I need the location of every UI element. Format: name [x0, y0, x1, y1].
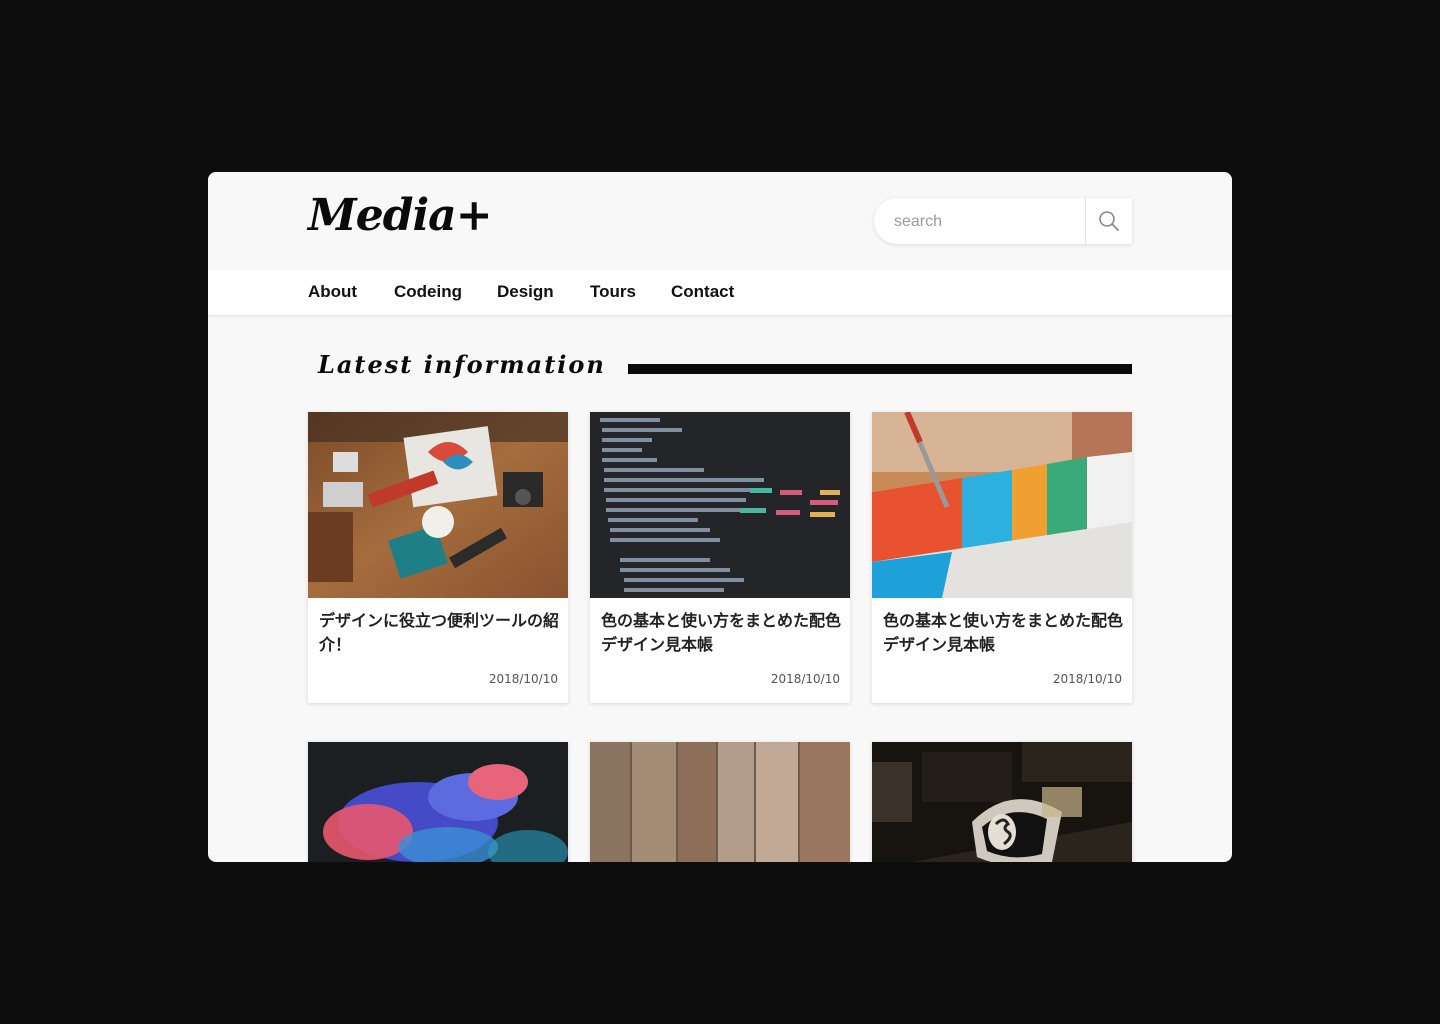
search-icon: [1099, 211, 1119, 231]
browser-page: Media+ About Codeing Design Tours Contac…: [208, 172, 1232, 862]
color-smoke-photo: [308, 742, 568, 862]
article-card[interactable]: デザインに役立つ便利ツールの紹介！ 2018/10/10: [308, 412, 568, 703]
article-date: 2018/10/10: [770, 672, 840, 686]
article-thumbnail: [590, 412, 850, 598]
main-nav: About Codeing Design Tours Contact: [208, 270, 1232, 316]
painted-board-photo: [872, 412, 1132, 598]
article-date: 2018/10/10: [1052, 672, 1122, 686]
article-thumbnail: [872, 742, 1132, 862]
search-input[interactable]: [892, 198, 1086, 246]
nav-item-about[interactable]: About: [308, 282, 357, 302]
dark-sofa-photo: [872, 742, 1132, 862]
article-title[interactable]: デザインに役立つ便利ツールの紹介！: [319, 609, 559, 657]
design-desk-photo: [308, 412, 568, 598]
article-thumbnail: [872, 412, 1132, 598]
search-box: [874, 198, 1132, 246]
code-screen-photo: [590, 412, 850, 598]
article-card[interactable]: 色の基本と使い方をまとめた配色デザイン見本帳 2018/10/10: [590, 412, 850, 703]
article-title[interactable]: 色の基本と使い方をまとめた配色デザイン見本帳: [601, 609, 841, 657]
nav-item-contact[interactable]: Contact: [671, 282, 734, 302]
section-divider: [628, 364, 1132, 374]
article-thumbnail: [308, 742, 568, 862]
site-logo[interactable]: Media+: [308, 190, 493, 241]
search-button[interactable]: [1085, 198, 1132, 244]
wood-planks-photo: [590, 742, 850, 862]
site-header: Media+: [208, 172, 1232, 270]
article-thumbnail: [590, 742, 850, 862]
article-card[interactable]: [590, 742, 850, 862]
article-title[interactable]: 色の基本と使い方をまとめた配色デザイン見本帳: [883, 609, 1123, 657]
article-card[interactable]: [872, 742, 1132, 862]
article-date: 2018/10/10: [488, 672, 558, 686]
nav-item-tours[interactable]: Tours: [590, 282, 636, 302]
nav-item-codeing[interactable]: Codeing: [394, 282, 462, 302]
section-title: Latest information: [318, 350, 606, 379]
article-card[interactable]: [308, 742, 568, 862]
article-card[interactable]: 色の基本と使い方をまとめた配色デザイン見本帳 2018/10/10: [872, 412, 1132, 703]
article-thumbnail: [308, 412, 568, 598]
nav-item-design[interactable]: Design: [497, 282, 554, 302]
